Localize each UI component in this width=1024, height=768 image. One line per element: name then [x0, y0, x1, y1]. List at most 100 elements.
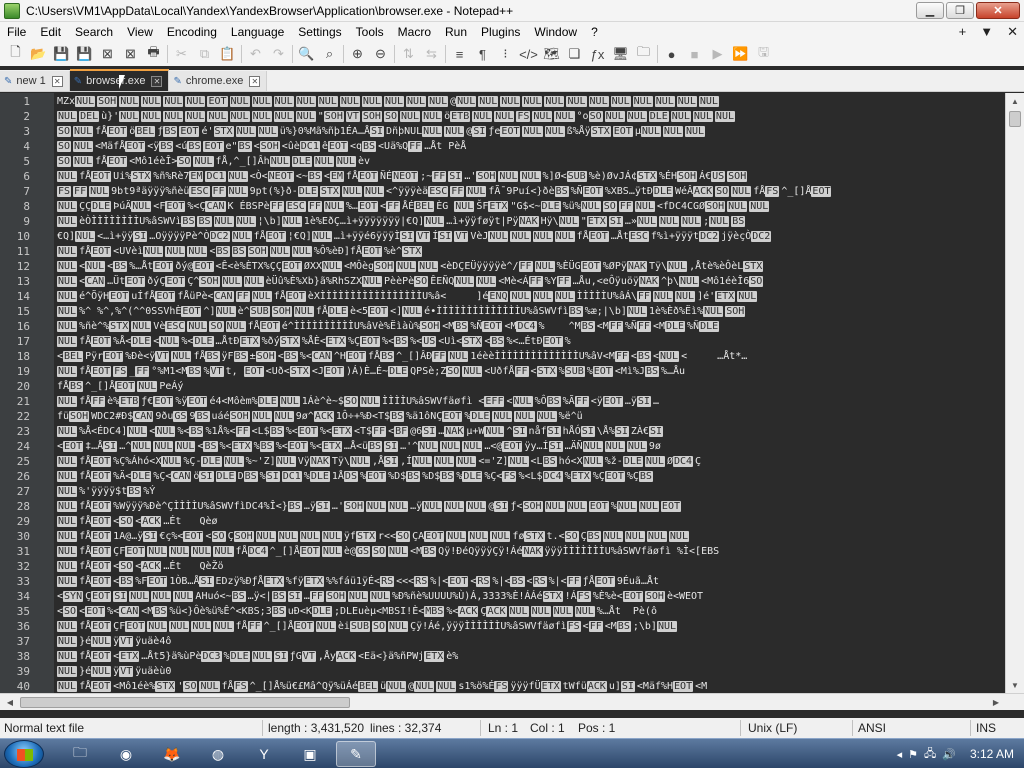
code-line[interactable]: NUL %Å<ÉDC4]NUL <NUL %<BS %1Å%<FF <L$BS %<EOT%… — [57, 424, 1004, 439]
code-line[interactable]: NUL fÅEOT <Mô1éè%STX 'SO NUL fÅFS ^_[]Å%ü€£Mâ^… — [57, 679, 1004, 693]
code-line[interactable]: NUL DEL ù}'NUL NUL NUL NUL NUL NUL NUL NUL NUL "SOH… — [57, 109, 1004, 124]
code-line[interactable]: FS FF NUL 9bt9ªäÿÿÿ%ñèüESC FF NUL 9pt(%}ð-DLE S… — [57, 184, 1004, 199]
code-line[interactable]: NUL fÅEOT FS _FF °%M1<MBS %VT t, EOT <Uð<STX <JE… — [57, 364, 1004, 379]
code-line[interactable]: <EOT ‡…ÅSI …^NUL NUL NUL <BS %<ETX %BS %<EOT %<ET… — [57, 439, 1004, 454]
code-view[interactable]: MZxNUL SOH NUL NUL NUL NUL EOT NUL NUL NUL NUL NUL N… — [57, 93, 1004, 693]
vertical-scrollbar[interactable]: ▲ ▼ — [1005, 93, 1024, 693]
code-line[interactable]: NUL <NUL <BS %…ÅtEOT ðý@EOT <Ê<è%ÈTX%ÇÇEOT ØXX… — [57, 259, 1004, 274]
sync-vertical-icon[interactable]: ⇅ — [397, 43, 420, 65]
horizontal-scroll-thumb[interactable] — [20, 697, 350, 708]
word-wrap-icon[interactable]: ≡ — [448, 43, 471, 65]
code-line[interactable]: NUL %ñè^%STX NUL VèESC NUL SO NUL fÅEOT é^ÌÌÌÌÌÌ… — [57, 319, 1004, 334]
code-line[interactable]: SO NUL <MäfÅEOT <ÿBS <úBS EOT e"BS <SOH <ûèDC1 êE… — [57, 139, 1004, 154]
code-line[interactable]: NUL %'ÿÿÿÿ$tBS %Ý — [57, 484, 1004, 499]
code-line[interactable]: NUL fÅEOT <BS %FEOT 1ÒB…ÅSI EDzÿ%ÐƒÅETX %fÿETX… — [57, 574, 1004, 589]
save-icon[interactable]: 💾 — [50, 43, 73, 65]
sync-horizontal-icon[interactable]: ⇆ — [420, 43, 443, 65]
scroll-down-icon[interactable]: ▼ — [1006, 677, 1024, 693]
tab-close-icon[interactable]: ✕ — [249, 75, 261, 87]
code-line[interactable]: NUL é^ÕÿHEOT uÍfÅEOT fÅüPè<CAN FF NUL fÅEOT èXÌ… — [57, 289, 1004, 304]
folder-workspace-icon[interactable]: 🗀 — [632, 43, 655, 65]
volume-icon[interactable]: 🔊 — [942, 748, 956, 761]
menu-search[interactable]: Search — [68, 25, 120, 39]
code-line[interactable]: NUL fÅEOT <ETX …Åt5}ä%ùPèDC3 %DLE NUL SI ƒGVT ,Å… — [57, 649, 1004, 664]
code-line[interactable]: NUL fÅEOT 1A@…ÿSI €ç%<EOT <SO ÇSOH NUL NUL NUL NU… — [57, 529, 1004, 544]
menu-plugins[interactable]: Plugins — [474, 25, 527, 39]
code-line[interactable]: NUL fÅEOT ÇFEOT NUL NUL NUL NUL fÅDC4 ^_[]ÅEOT NU… — [57, 544, 1004, 559]
open-file-icon[interactable]: 📂 — [27, 43, 50, 65]
code-line[interactable]: NUL fÅEOT <SO <ACK …Ét Qèø — [57, 514, 1004, 529]
editor-area[interactable]: 1 2 3 4 5 6 7 8 9 10 11 12 13 14 15 16 17 18 19 20 21 22 23 24 2… — [0, 93, 1024, 693]
clock[interactable]: 3:12 AM — [970, 747, 1014, 761]
menu-tools[interactable]: Tools — [349, 25, 391, 39]
horizontal-scrollbar[interactable]: ◀ ▶ — [0, 693, 1024, 710]
tray-arrow-icon[interactable]: ◂ — [897, 748, 903, 761]
cut-icon[interactable]: ✂ — [170, 43, 193, 65]
record-macro-icon[interactable]: ● — [660, 43, 683, 65]
show-all-chars-icon[interactable]: ¶ — [471, 43, 494, 65]
menu-help[interactable]: ? — [584, 25, 605, 39]
undo-icon[interactable]: ↶ — [244, 43, 267, 65]
notepad-plus-plus-taskbar-icon[interactable]: ✎ — [336, 741, 376, 767]
indent-guide-icon[interactable]: ⁝ — [494, 43, 517, 65]
monitor-icon[interactable]: 🖥 — [609, 43, 632, 65]
tab-chrome-exe[interactable]: ✎ chrome.exe ✕ — [169, 71, 268, 91]
menu-window[interactable]: Window — [527, 25, 584, 39]
udl-icon[interactable]: </> — [517, 43, 540, 65]
new-tab-plus-icon[interactable]: + — [959, 24, 967, 40]
menu-macro[interactable]: Macro — [391, 25, 438, 39]
menu-view[interactable]: View — [120, 25, 160, 39]
network-tool-taskbar-icon[interactable]: ▣ — [290, 741, 330, 767]
zoom-in-icon[interactable]: ⊕ — [346, 43, 369, 65]
play-macro-icon[interactable]: ▶ — [706, 43, 729, 65]
find-icon[interactable]: 🔍 — [295, 43, 318, 65]
firefox-taskbar-icon[interactable]: 🦊 — [152, 741, 192, 767]
code-line[interactable]: NUL fÅEOT %Ä<DLE %Ç<CAN öSI DLE DBS %SI DC1 %DLE 1… — [57, 469, 1004, 484]
close-file-icon[interactable]: ⊠ — [96, 43, 119, 65]
scroll-right-icon[interactable]: ▶ — [988, 694, 1004, 710]
function-list-icon[interactable]: ƒx — [586, 43, 609, 65]
code-line[interactable]: NUL}éNUL ÿVT ÿuäè4ô — [57, 634, 1004, 649]
menu-encoding[interactable]: Encoding — [160, 25, 224, 39]
tab-close-icon[interactable]: ✕ — [151, 75, 163, 87]
action-center-flag-icon[interactable]: ⚑ — [908, 748, 918, 761]
yandex-taskbar-icon[interactable]: Y — [244, 741, 284, 767]
code-line[interactable]: NUL fÅEOT <SO <ACK …Ét QèŽö — [57, 559, 1004, 574]
new-file-icon[interactable]: 🗋 — [4, 43, 27, 65]
code-line[interactable]: NUL fÅEOT ÇFEOT NUL NUL NUL NUL fÅFF ^_[]ÅEOT NUL… — [57, 619, 1004, 634]
code-line[interactable]: <SYN ÇEOT SI NUL NUL NUL AHuó<~BS …ÿ<|BS SI …FF SO… — [57, 589, 1004, 604]
code-line[interactable]: NUL <CAN …ÜtEOT ðýÇEOT Ç^SOH NUL NUL èÜû%È%Xb}ã… — [57, 274, 1004, 289]
close-button[interactable]: ✕ — [976, 2, 1020, 19]
dev-tool-taskbar-icon[interactable]: ◍ — [198, 741, 238, 767]
copy-icon[interactable]: ⧉ — [193, 43, 216, 65]
code-line[interactable]: €Q]NUL <…ì+ÿÿSI …OÿÿÿÿPè^ÒDC2 NUL fÅEOT ¦€Q]N… — [57, 229, 1004, 244]
redo-icon[interactable]: ↷ — [267, 43, 290, 65]
tab-new-1[interactable]: ✎ new 1 ✕ — [0, 71, 70, 91]
menu-settings[interactable]: Settings — [291, 25, 348, 39]
code-line[interactable]: NUL èÒÌÌÌÌÌÌÌÌU%âSWVìBS BS NUL NUL ¦\b]NUL 1è%… — [57, 214, 1004, 229]
status-eol[interactable]: Unix (LF) — [748, 721, 797, 735]
start-button[interactable] — [4, 740, 44, 768]
doc-map-icon[interactable]: 🗺 — [540, 43, 563, 65]
network-icon[interactable]: 🖧 — [924, 745, 936, 764]
explorer-taskbar-icon[interactable]: 🗀 — [60, 741, 100, 767]
code-line[interactable]: <BEL PÿrEOT %Ðè<ÿVT NUL fÅBS ÿFBS ±SOH <BS %<CAN… — [57, 349, 1004, 364]
code-line[interactable]: NUL ÇÇDLE ÞúÄNUL <FEOT %<ÇCAN K ÉBSPèFF ESC FF N… — [57, 199, 1004, 214]
stop-macro-icon[interactable]: ■ — [683, 43, 706, 65]
code-line[interactable]: NUL fÅFF è%ETB ƒ€EOT %ÿEOT é4<Môèm%DLE NUL 1Áè^… — [57, 394, 1004, 409]
chrome-taskbar-icon[interactable]: ◉ — [106, 741, 146, 767]
code-line[interactable]: MZxNUL SOH NUL NUL NUL NUL EOT NUL NUL NUL NUL NUL N… — [57, 94, 1004, 109]
code-line[interactable]: NUL}éNUL ÿVT ÿuäèù0 — [57, 664, 1004, 679]
code-line[interactable]: NUL fÅEOT <UVèìNUL NUL NUL <BS BS SOH NUL NUL %Ô%è… — [57, 244, 1004, 259]
maximize-button[interactable]: ❐ — [946, 2, 974, 19]
code-line[interactable]: füSOH WDC2#Ð$CAN 9ðuGS 9BS uáéSOH NUL NUL 9ø^AC… — [57, 409, 1004, 424]
status-encoding[interactable]: ANSI — [858, 721, 886, 735]
code-line[interactable]: NUL fÅEOT %Wÿÿÿ%Ðè^ÇÌÌÌÌU%âSWVfìDC4%Î<}BS…… — [57, 499, 1004, 514]
status-insert-mode[interactable]: INS — [976, 721, 996, 735]
code-line[interactable]: <SO <EOT %<CAN <MBS %ü<}Ôè%ü%Ê^<KBS;3BS uÐ<KD… — [57, 604, 1004, 619]
zoom-out-icon[interactable]: ⊖ — [369, 43, 392, 65]
code-line[interactable]: SO NUL fÅEOT <Mô1éèÎ>SO NUL fÅ,^_[]ÂhNUL DLE NU… — [57, 154, 1004, 169]
scroll-left-icon[interactable]: ◀ — [2, 694, 18, 710]
code-line[interactable]: NUL %^ %^,%^(^^0SSVhÈEOT ^]NUL è^SUB SOH NUL f… — [57, 304, 1004, 319]
close-all-icon[interactable]: ⊠ — [119, 43, 142, 65]
